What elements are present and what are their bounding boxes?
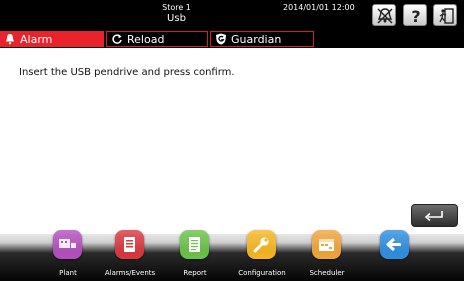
logout-button[interactable]: [433, 4, 457, 26]
tab-bar: Alarm Reload Guardian: [0, 30, 464, 48]
main-content: Insert the USB pendrive and press confir…: [0, 48, 464, 234]
back-arrow-icon: [380, 230, 409, 259]
scheduler-icon: [312, 230, 341, 259]
header-bar: Store 1 Usb 2014/01/01 12:00 ?: [0, 0, 464, 30]
reload-icon: [112, 34, 122, 44]
bell-off-icon: [377, 8, 393, 24]
instruction-message: Insert the USB pendrive and press confir…: [19, 67, 235, 78]
svg-text:?: ?: [411, 7, 420, 25]
tab-alarm-label: Alarm: [20, 32, 53, 46]
alarms-icon: [115, 230, 144, 259]
help-button[interactable]: ?: [403, 4, 427, 26]
datetime: 2014/01/01 12:00: [283, 3, 355, 12]
confirm-button[interactable]: [411, 204, 458, 227]
plant-icon: [53, 230, 82, 259]
door-exit-icon: [439, 8, 454, 24]
tab-guardian-label: Guardian: [231, 32, 282, 46]
bell-icon: [6, 34, 14, 45]
question-icon: ?: [411, 7, 420, 25]
bottom-nav: Plant Alarms/Events Report Configuration…: [0, 230, 464, 281]
tab-alarm[interactable]: Alarm: [0, 31, 104, 47]
alarm-bell-button[interactable]: [372, 4, 396, 26]
guardian-shield-icon: [216, 33, 226, 45]
report-icon: [180, 230, 209, 259]
tab-guardian[interactable]: Guardian: [210, 31, 314, 47]
nav-back[interactable]: [355, 230, 435, 281]
wrench-icon: [247, 230, 276, 259]
page-title: Usb: [167, 13, 186, 24]
tab-reload-label: Reload: [127, 32, 165, 46]
enter-arrow-icon: [424, 211, 443, 222]
tab-reload[interactable]: Reload: [106, 31, 208, 47]
